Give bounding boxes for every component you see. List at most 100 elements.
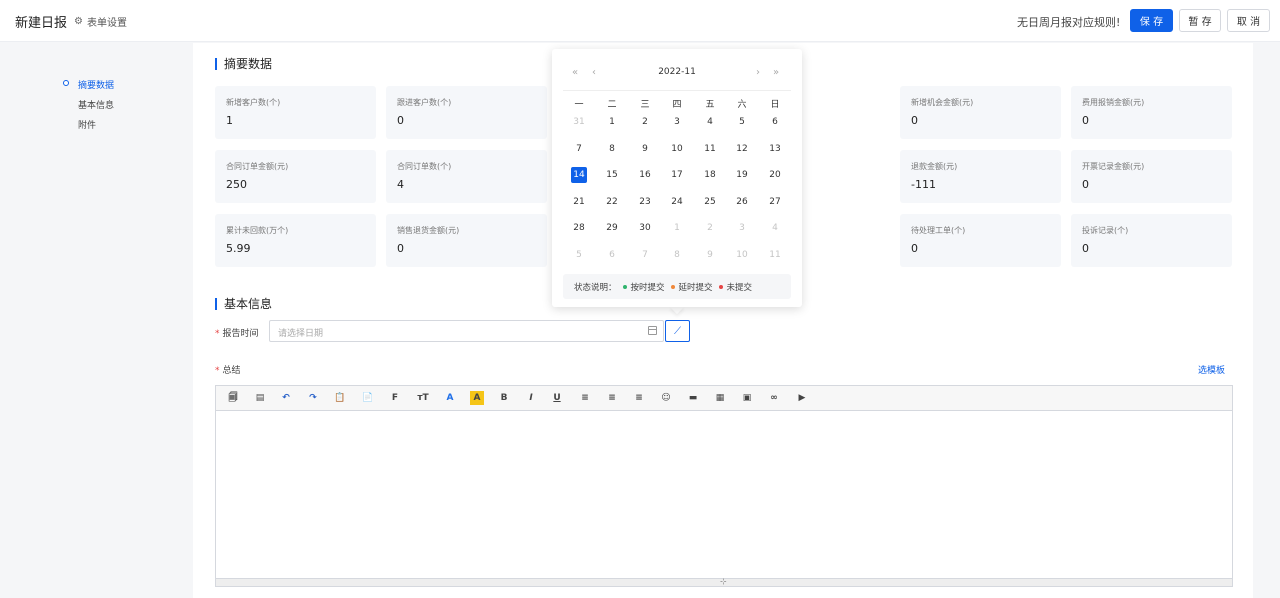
calendar-day[interactable]: 26: [732, 194, 752, 210]
bold-icon[interactable]: B: [497, 391, 511, 405]
legend-not-submitted: 未提交: [718, 281, 753, 293]
video-icon[interactable]: ▶: [795, 391, 809, 405]
calendar-day[interactable]: 17: [667, 167, 687, 183]
calendar-day[interactable]: 4: [700, 114, 720, 130]
calendar-day[interactable]: 28: [569, 220, 589, 236]
sidebar-item-attachments[interactable]: 附件: [78, 118, 96, 131]
calendar-day[interactable]: 15: [602, 167, 622, 183]
calendar-day[interactable]: 10: [732, 247, 752, 263]
next-month-icon[interactable]: ›: [756, 67, 760, 78]
calendar-day[interactable]: 3: [732, 220, 752, 236]
rich-text-editor[interactable]: 🗐 ▤ ↶ ↷ 📋 📄 FтT A A B I U ≡ ≡ ≡ ☺ ▬ ▦ ▣ ∞ ▶ ⊹: [215, 385, 1233, 587]
calendar-day[interactable]: 13: [765, 141, 785, 157]
calendar-day[interactable]: 6: [765, 114, 785, 130]
table-icon[interactable]: ▦: [713, 391, 727, 405]
undo-icon[interactable]: ↶: [279, 391, 293, 405]
summary-card: 待处理工单(个) 0: [900, 214, 1061, 267]
summary-card: 销售退货金额(元) 0: [386, 214, 547, 267]
chart-button[interactable]: ⟋: [665, 320, 690, 342]
calendar-day[interactable]: 5: [732, 114, 752, 130]
calendar-day[interactable]: 31: [569, 114, 589, 130]
emoji-icon[interactable]: ☺: [659, 391, 673, 405]
form-settings-link[interactable]: ⚙ 表单设置: [74, 14, 127, 29]
side-nav: [0, 43, 193, 598]
calendar-day[interactable]: 9: [635, 141, 655, 157]
save-button[interactable]: 保 存: [1130, 9, 1173, 32]
calendar-day[interactable]: 7: [569, 141, 589, 157]
calendar-day[interactable]: 29: [602, 220, 622, 236]
highlight-icon[interactable]: A: [470, 391, 484, 405]
summary-card: 累计未回款(万个) 5.99: [215, 214, 376, 267]
image-icon[interactable]: ▣: [740, 391, 754, 405]
calendar-day[interactable]: 21: [569, 194, 589, 210]
weekday-label: 五: [705, 100, 715, 110]
calendar-day[interactable]: 25: [700, 194, 720, 210]
calendar-day[interactable]: 6: [602, 247, 622, 263]
font-color-icon[interactable]: A: [443, 391, 457, 405]
calendar-day[interactable]: 2: [635, 114, 655, 130]
draft-button[interactable]: 暂 存: [1179, 9, 1221, 32]
cancel-button[interactable]: 取 消: [1227, 9, 1270, 32]
underline-icon[interactable]: U: [550, 391, 564, 405]
calendar-day[interactable]: 3: [667, 114, 687, 130]
calendar-day[interactable]: 10: [667, 141, 687, 157]
paste-text-icon[interactable]: 📄: [361, 391, 375, 405]
calendar-day[interactable]: 7: [635, 247, 655, 263]
align-right-icon[interactable]: ≡: [632, 391, 646, 405]
calendar-day[interactable]: 18: [700, 167, 720, 183]
legend-dot-icon: [718, 284, 723, 289]
align-center-icon[interactable]: ≡: [605, 391, 619, 405]
sidebar-item-summary[interactable]: 摘要数据: [78, 78, 114, 91]
calendar-day[interactable]: 23: [635, 194, 655, 210]
italic-icon[interactable]: I: [524, 391, 538, 405]
card-value: 0: [911, 114, 918, 127]
calendar-day[interactable]: 12: [732, 141, 752, 157]
align-left-icon[interactable]: ≡: [578, 391, 592, 405]
report-date-input[interactable]: 请选择日期: [269, 320, 664, 342]
calendar-day[interactable]: 2: [700, 220, 720, 236]
section-bar: [215, 57, 217, 70]
calendar-day[interactable]: 11: [765, 247, 785, 263]
sidebar-item-basic-info[interactable]: 基本信息: [78, 98, 114, 111]
resize-handle-icon[interactable]: ⊹: [720, 577, 727, 586]
card-value: 0: [911, 242, 918, 255]
calendar-day[interactable]: 8: [602, 141, 622, 157]
calendar-day[interactable]: 8: [667, 247, 687, 263]
calendar-icon[interactable]: [648, 326, 657, 335]
next-year-icon[interactable]: »: [773, 67, 779, 78]
basic-section-title: 基本信息: [215, 295, 272, 312]
summary-card: 新增客户数(个) 1: [215, 86, 376, 139]
calendar-day[interactable]: 30: [635, 220, 655, 236]
rule-notice: 无日周月报对应规则!: [1017, 16, 1121, 29]
weekday-label: 日: [770, 100, 780, 110]
calendar-day[interactable]: 1: [667, 220, 687, 236]
paste-icon[interactable]: 📋: [333, 391, 347, 405]
calendar-day[interactable]: 27: [765, 194, 785, 210]
calendar-day[interactable]: 20: [765, 167, 785, 183]
calendar-day-selected[interactable]: 14: [571, 167, 587, 183]
calendar-day[interactable]: 22: [602, 194, 622, 210]
legend-label: 未提交: [726, 282, 753, 293]
source-icon[interactable]: 🗐: [226, 391, 240, 405]
insert-line-icon[interactable]: ▬: [686, 391, 700, 405]
select-template-link[interactable]: 选模板: [1198, 363, 1225, 376]
summary-card: 新增机会金额(元) 0: [900, 86, 1061, 139]
calendar-day[interactable]: 5: [569, 247, 589, 263]
card-label: 跟进客户数(个): [397, 98, 452, 107]
calendar-day[interactable]: 16: [635, 167, 655, 183]
report-time-label-text: 报告时间: [222, 329, 259, 339]
calendar-day[interactable]: 24: [667, 194, 687, 210]
calendar-day[interactable]: 1: [602, 114, 622, 130]
section-bar: [215, 297, 217, 310]
calendar-day[interactable]: 19: [732, 167, 752, 183]
legend-delayed: 延时提交: [670, 281, 713, 293]
font-size-icon[interactable]: тT: [416, 391, 430, 405]
calendar-day[interactable]: 9: [700, 247, 720, 263]
template-icon[interactable]: ▤: [253, 391, 267, 405]
calendar-day[interactable]: 11: [700, 141, 720, 157]
calendar-day[interactable]: 4: [765, 220, 785, 236]
summary-field-label: * 总结: [215, 363, 241, 376]
font-family-icon[interactable]: F: [388, 391, 402, 405]
redo-icon[interactable]: ↷: [306, 391, 320, 405]
link-icon[interactable]: ∞: [767, 391, 781, 405]
